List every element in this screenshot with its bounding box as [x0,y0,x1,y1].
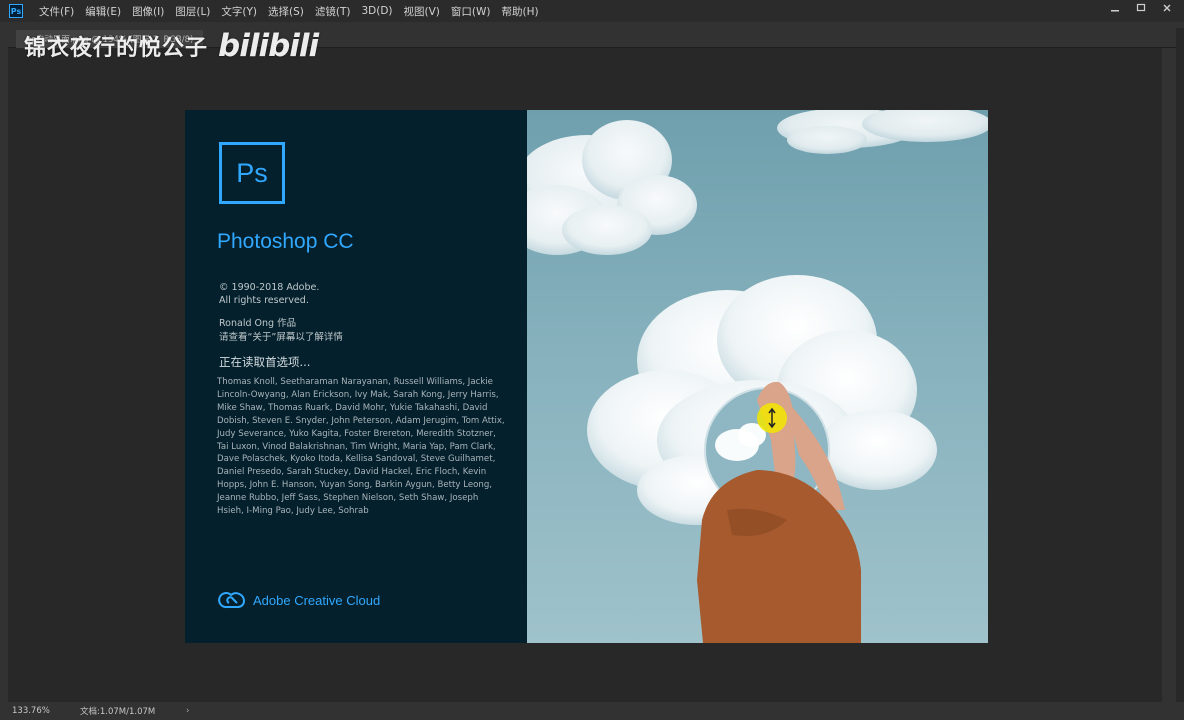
creative-cloud-icon [218,592,246,609]
credits-names: Thomas Knoll, Seetharaman Narayanan, Rus… [217,377,505,517]
menu-window[interactable]: 窗口(W) [451,4,491,19]
loading-status: 正在读取首选项... [219,355,311,369]
zoom-level[interactable]: 133.76% [12,706,50,716]
minimize-icon[interactable] [1102,0,1128,16]
menu-edit[interactable]: 编辑(E) [85,4,121,19]
maximize-icon[interactable] [1128,0,1154,16]
vertical-scrollbar[interactable] [1162,48,1176,702]
menu-type[interactable]: 文字(Y) [221,4,257,19]
copyright: © 1990-2018 Adobe. All rights reserved. [219,281,319,307]
menu-file[interactable]: 文件(F) [39,4,74,19]
watermark-text: 锦衣夜行的悦公子 [24,36,209,61]
menu-help[interactable]: 帮助(H) [502,4,539,19]
ps-logo: Ps [219,142,285,204]
menu-3d[interactable]: 3D(D) [361,5,392,17]
status-menu-arrow-icon[interactable]: › [186,706,189,716]
menu-bar: Ps 文件(F) 编辑(E) 图像(I) 图层(L) 文字(Y) 选择(S) 滤… [0,0,1184,22]
video-watermark: 锦衣夜行的悦公子 bilibili [24,28,319,64]
menu-layer[interactable]: 图层(L) [175,4,210,19]
menu-select[interactable]: 选择(S) [268,4,304,19]
document-size-info: 文档:1.07M/1.07M [80,707,156,717]
brand-text: Adobe Creative Cloud [253,592,381,608]
toolbar-edge [0,22,8,720]
splash-artwork [527,110,988,643]
status-bar: 133.76% 文档:1.07M/1.07M › [0,702,1184,720]
credit-line: Ronald Ong 作品 [219,318,297,329]
app-name: Photoshop CC [217,230,354,253]
photoshop-app-icon[interactable]: Ps [9,4,23,18]
splash-info-panel: Ps Photoshop CC © 1990-2018 Adobe. All r… [185,110,527,643]
splash-image: Ps Photoshop CC © 1990-2018 Adobe. All r… [185,110,988,643]
menu-image[interactable]: 图像(I) [132,4,164,19]
close-icon[interactable] [1154,0,1180,16]
window-controls [1102,0,1180,18]
bilibili-logo: bilibili [218,28,319,64]
creative-cloud-brand: Adobe Creative Cloud [218,589,380,611]
credit-line: 请查看“关于”屏幕以了解详情 [219,332,343,343]
copyright-line: © 1990-2018 Adobe. [219,282,320,293]
artwork-credit: Ronald Ong 作品 请查看“关于”屏幕以了解详情 [219,317,343,345]
menu-view[interactable]: 视图(V) [404,4,440,19]
menu-filter[interactable]: 滤镜(T) [315,4,351,19]
copyright-line: All rights reserved. [219,295,309,306]
clouds-artwork [527,110,988,643]
